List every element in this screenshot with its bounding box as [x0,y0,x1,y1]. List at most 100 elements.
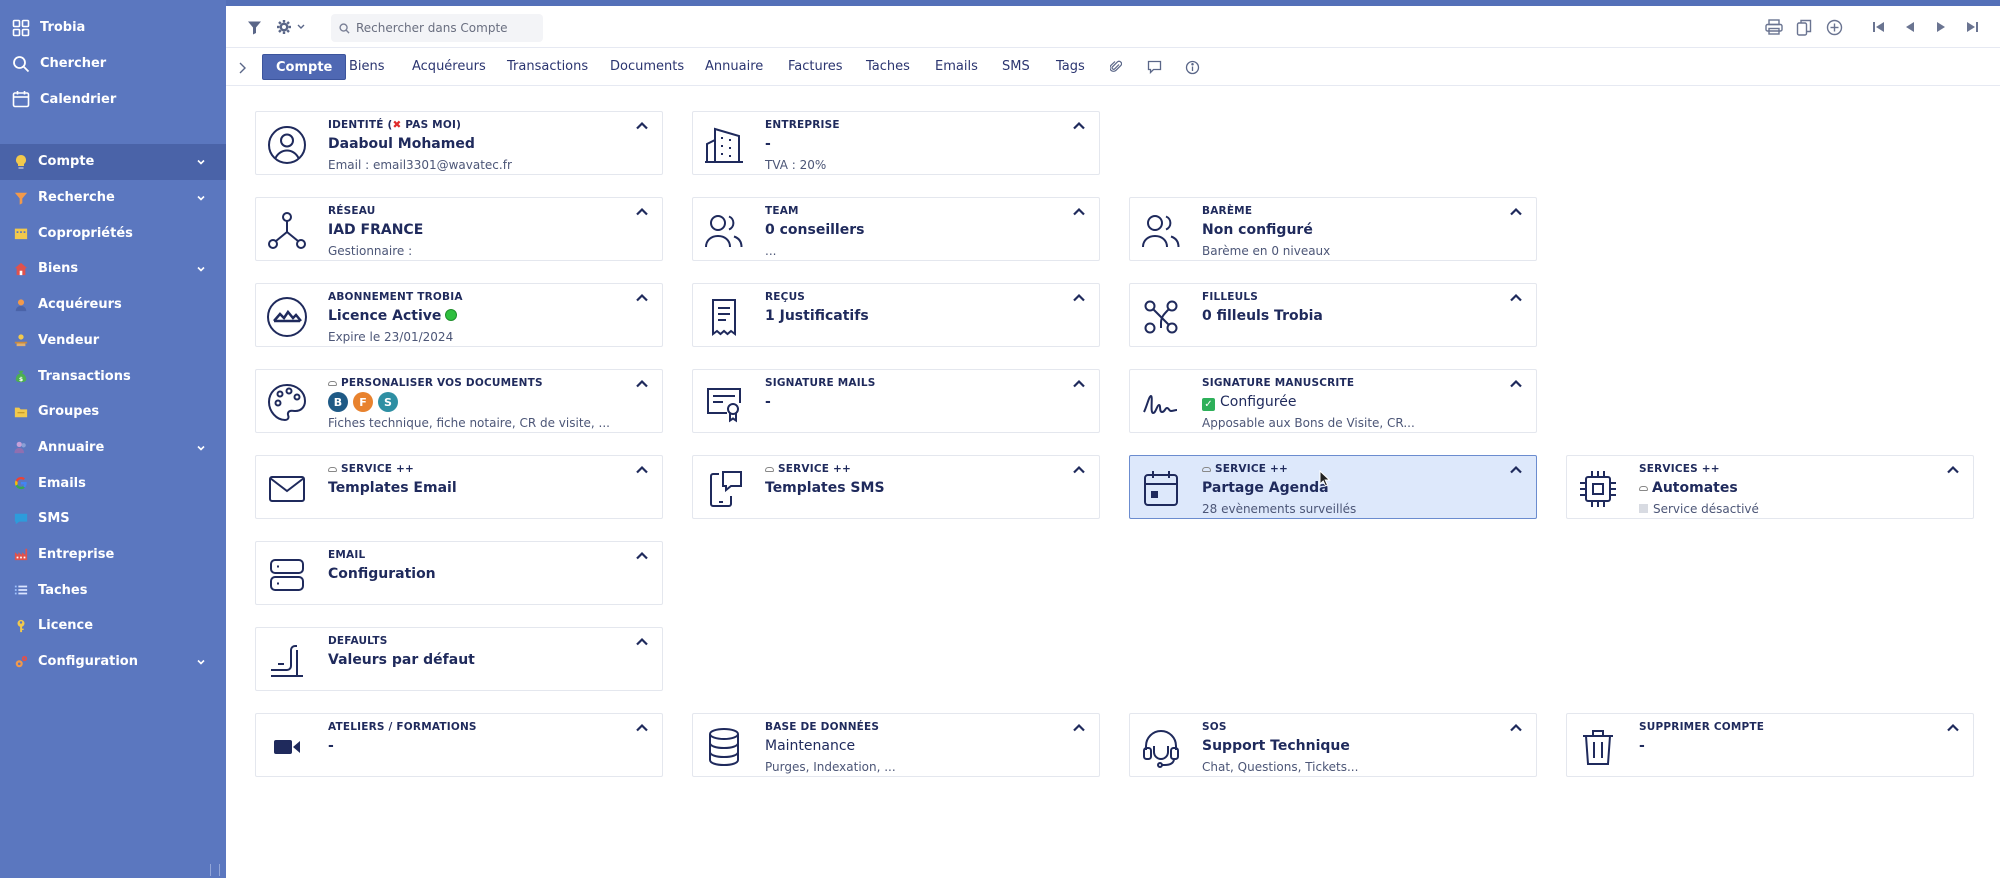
next-page-icon[interactable] [1931,17,1951,37]
filter-icon[interactable] [244,17,264,37]
card-entreprise[interactable]: ENTREPRISE - TVA : 20% [692,111,1100,175]
chevron-up-icon[interactable] [1945,720,1961,734]
chevron-up-icon[interactable] [634,290,650,304]
card-signature-manuscrite[interactable]: SIGNATURE MANUSCRITE ✓ Configurée Apposab… [1129,369,1537,433]
card-personaliser[interactable]: PERSONALISER VOS DOCUMENTS BFS Fiches te… [255,369,663,433]
chevron-up-icon[interactable] [634,634,650,648]
tab-taches[interactable]: Taches [853,54,923,80]
card-ateliers[interactable]: ATELIERS / FORMATIONS - [255,713,663,777]
settings-dropdown-icon[interactable] [276,17,310,37]
badge-s[interactable]: S [378,392,398,412]
badge-f[interactable]: F [353,392,373,412]
search-input[interactable] [356,21,536,35]
tab-factures[interactable]: Factures [775,54,856,80]
sidebar-item-entreprise[interactable]: Entreprise [0,537,226,573]
card-team[interactable]: TEAM 0 conseillers ... [692,197,1100,261]
chevron-up-icon[interactable] [634,204,650,218]
chevron-up-icon[interactable] [1508,462,1524,476]
sidebar-item-chercher[interactable]: Chercher [0,46,226,82]
card-supprimer-compte[interactable]: SUPPRIMER COMPTE - [1566,713,1974,777]
card-automates[interactable]: SERVICES ++ Automates Service désactivé [1566,455,1974,519]
resize-handle[interactable] [210,864,220,876]
card-base-de-donnees[interactable]: BASE DE DONNÉES Maintenance Purges, Inde… [692,713,1100,777]
key-icon [14,619,28,633]
sidebar-item-label: Recherche [38,190,115,206]
sidebar-item-sms[interactable]: SMS [0,501,226,537]
chevron-up-icon[interactable] [634,720,650,734]
card-recus[interactable]: REÇUS 1 Justificatifs [692,283,1100,347]
add-circle-icon[interactable] [1824,17,1844,37]
sidebar-item-compte[interactable]: Compte [0,144,226,180]
print-icon[interactable] [1764,17,1784,37]
chevron-up-icon[interactable] [634,118,650,132]
card-value: Daaboul Mohamed [328,136,475,152]
chevron-up-icon[interactable] [1071,376,1087,390]
sidebar-item-acquereurs[interactable]: Acquéreurs [0,287,226,323]
sidebar-item-recherche[interactable]: Recherche [0,180,226,216]
tab-emails[interactable]: Emails [922,54,991,80]
tab-acquereurs[interactable]: Acquéreurs [399,54,499,80]
card-reseau[interactable]: RÉSEAU IAD FRANCE Gestionnaire : [255,197,663,261]
card-title: SERVICES ++ [1639,463,1720,475]
tab-documents[interactable]: Documents [597,54,697,80]
badge-b[interactable]: B [328,392,348,412]
sidebar-item-licence[interactable]: Licence [0,608,226,644]
tab-sms[interactable]: SMS [989,54,1043,80]
comment-icon[interactable] [1145,58,1163,76]
card-bareme[interactable]: BARÈME Non configuré Barème en 0 niveaux [1129,197,1537,261]
card-email-configuration[interactable]: EMAIL Configuration [255,541,663,605]
chevron-up-icon[interactable] [1071,204,1087,218]
card-abonnement[interactable]: ABONNEMENT TROBIA Licence Active Expire … [255,283,663,347]
tab-tags[interactable]: Tags [1043,54,1098,80]
card-templates-email[interactable]: SERVICE ++ Templates Email [255,455,663,519]
chevron-down-icon[interactable] [196,192,206,202]
chevron-down-icon[interactable] [196,442,206,452]
sidebar-item-annuaire[interactable]: Annuaire [0,430,226,466]
paperclip-icon[interactable] [1107,58,1125,76]
toolbar [226,6,2000,48]
sidebar-item-coproprietes[interactable]: Copropriétés [0,215,226,251]
chevron-up-icon[interactable] [1508,290,1524,304]
chevron-up-icon[interactable] [1071,118,1087,132]
card-partage-agenda[interactable]: SERVICE ++ Partage Agenda 28 evènements … [1129,455,1537,519]
tab-annuaire[interactable]: Annuaire [692,54,776,80]
chevron-down-icon[interactable] [196,263,206,273]
sidebar-item-trobia[interactable]: Trobia [0,10,226,46]
last-page-icon[interactable] [1962,17,1982,37]
chevron-up-icon[interactable] [1071,462,1087,476]
tab-transactions[interactable]: Transactions [494,54,601,80]
sidebar-item-taches[interactable]: Taches [0,572,226,608]
card-sos[interactable]: SOS Support Technique Chat, Questions, T… [1129,713,1537,777]
sidebar-item-configuration[interactable]: Configuration [0,644,226,680]
card-signature-mails[interactable]: SIGNATURE MAILS - [692,369,1100,433]
chevron-right-icon[interactable] [236,60,248,74]
chevron-up-icon[interactable] [1508,376,1524,390]
chevron-down-icon[interactable] [196,656,206,666]
sidebar-item-emails[interactable]: Emails [0,465,226,501]
chevron-up-icon[interactable] [1508,204,1524,218]
copy-icon[interactable] [1794,17,1814,37]
card-defaults[interactable]: DEFAULTS Valeurs par défaut [255,627,663,691]
card-templates-sms[interactable]: SERVICE ++ Templates SMS [692,455,1100,519]
first-page-icon[interactable] [1869,17,1889,37]
sidebar-item-vendeur[interactable]: Vendeur [0,323,226,359]
chevron-up-icon[interactable] [1071,290,1087,304]
money-bag-icon: $ [14,369,28,383]
tab-compte[interactable]: Compte [262,54,347,80]
previous-page-icon[interactable] [1900,17,1920,37]
card-filleuls[interactable]: FILLEULS 0 filleuls Trobia [1129,283,1537,347]
chevron-up-icon[interactable] [634,548,650,562]
chevron-down-icon[interactable] [196,156,206,166]
chevron-up-icon[interactable] [1071,720,1087,734]
sidebar-item-transactions[interactable]: $ Transactions [0,358,226,394]
card-identite[interactable]: IDENTITÉ (✖ PAS MOI) Daaboul Mohamed Ema… [255,111,663,175]
sidebar-item-biens[interactable]: Biens [0,251,226,287]
chevron-up-icon[interactable] [1508,720,1524,734]
sidebar-item-calendrier[interactable]: Calendrier [0,81,226,117]
chevron-up-icon[interactable] [634,462,650,476]
tab-biens[interactable]: Biens [336,54,398,80]
chevron-up-icon[interactable] [634,376,650,390]
chevron-up-icon[interactable] [1945,462,1961,476]
info-icon[interactable] [1183,58,1201,76]
sidebar-item-groupes[interactable]: Groupes [0,394,226,430]
